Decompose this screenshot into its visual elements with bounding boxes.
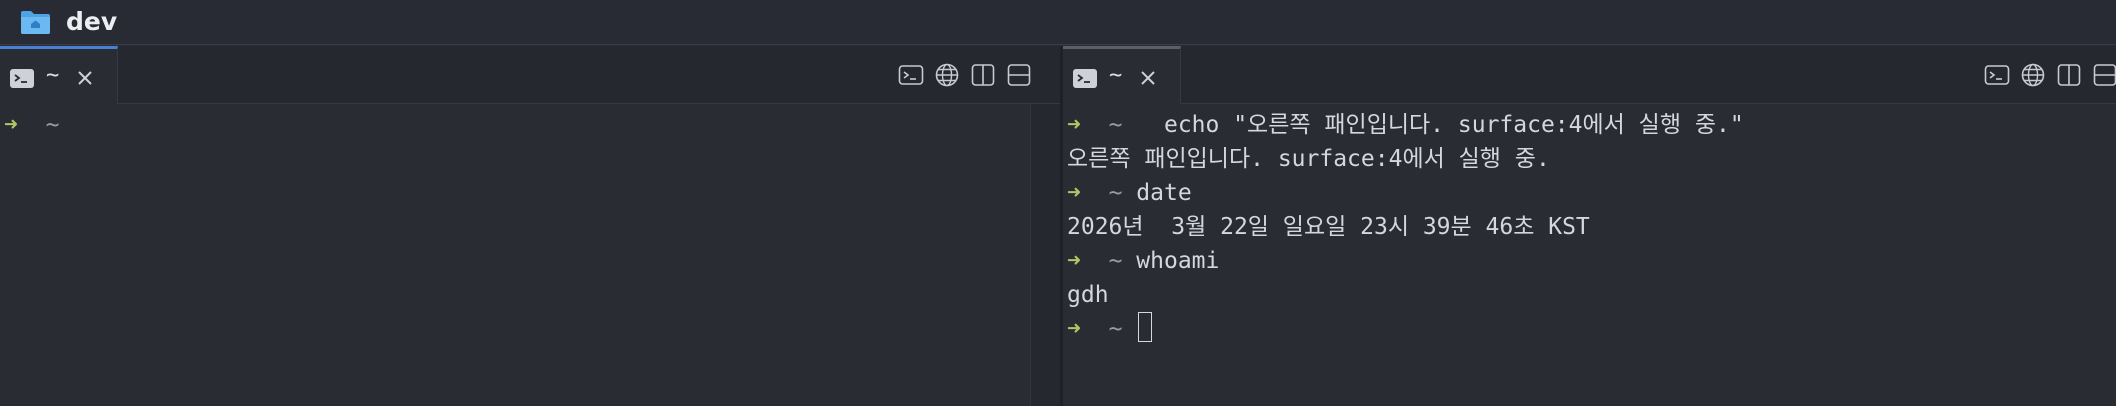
tab-label: ~: [46, 63, 60, 88]
right-terminal-output[interactable]: ➜ ~ echo "오른쪽 패인입니다. surface:4에서 실행 중." …: [1063, 108, 2116, 406]
terminal-cursor[interactable]: [1138, 312, 1153, 342]
right-tab-bar: ~: [1063, 46, 2116, 104]
close-icon[interactable]: [74, 67, 96, 89]
right-terminal-pane[interactable]: ~ ➜ ~ echo "오른쪽 패인입니다. surface:4에서 실행 중.…: [1063, 46, 2116, 406]
prompt-line: ➜ ~: [1067, 312, 1153, 346]
close-icon[interactable]: [1137, 67, 1159, 89]
output-line: 2026년 3월 22일 일요일 23시 39분 46초 KST: [1067, 214, 1590, 240]
prompt-cwd: ~: [1108, 248, 1123, 274]
prompt-cwd: ~: [1108, 316, 1123, 342]
globe-icon[interactable]: [934, 62, 960, 88]
command-text: echo "오른쪽 패인입니다. surface:4에서 실행 중.": [1150, 112, 1744, 138]
left-tab-bar: ~: [0, 46, 1060, 104]
prompt-line: ➜ ~ whoami: [1067, 244, 1219, 278]
left-terminal-output[interactable]: ➜ ~: [0, 108, 1060, 406]
split-vertical-icon[interactable]: [2056, 62, 2082, 88]
tab-label: ~: [1109, 63, 1123, 88]
split-horizontal-icon[interactable]: [2092, 62, 2116, 88]
globe-icon[interactable]: [2020, 62, 2046, 88]
new-terminal-icon[interactable]: [1984, 62, 2010, 88]
prompt-arrow: ➜: [1067, 112, 1081, 138]
prompt-cwd: ~: [1108, 180, 1123, 206]
prompt-cwd: ~: [45, 112, 60, 138]
right-tab-home[interactable]: ~: [1063, 46, 1181, 104]
split-vertical-icon[interactable]: [970, 62, 996, 88]
title-bar: dev: [0, 0, 2116, 45]
folder-home-icon: [21, 11, 50, 34]
split-horizontal-icon[interactable]: [1006, 62, 1032, 88]
output-line: 오른쪽 패인입니다. surface:4에서 실행 중.: [1067, 146, 1550, 172]
prompt-arrow: ➜: [1067, 180, 1081, 206]
output-line: gdh: [1067, 282, 1109, 308]
prompt-arrow: ➜: [1067, 316, 1081, 342]
prompt-line: ➜ ~ echo "오른쪽 패인입니다. surface:4에서 실행 중.": [1067, 108, 1744, 142]
window-title: dev: [66, 7, 118, 36]
terminal-icon: [10, 69, 34, 88]
prompt-line: ➜ ~: [4, 108, 59, 142]
new-terminal-icon[interactable]: [898, 62, 924, 88]
prompt-arrow: ➜: [4, 112, 18, 138]
prompt-line: ➜ ~ date: [1067, 176, 1192, 210]
command-text: date: [1136, 180, 1192, 206]
left-scrollbar[interactable]: [1030, 104, 1060, 406]
right-pane-toolbar: [1984, 62, 2116, 88]
left-pane-toolbar: [898, 62, 1038, 88]
prompt-cwd: ~: [1108, 112, 1123, 138]
terminal-icon: [1073, 69, 1097, 88]
command-text: whoami: [1136, 248, 1220, 274]
left-terminal-pane[interactable]: ~ ➜ ~: [0, 46, 1060, 406]
left-tab-home[interactable]: ~: [0, 46, 118, 104]
prompt-arrow: ➜: [1067, 248, 1081, 274]
